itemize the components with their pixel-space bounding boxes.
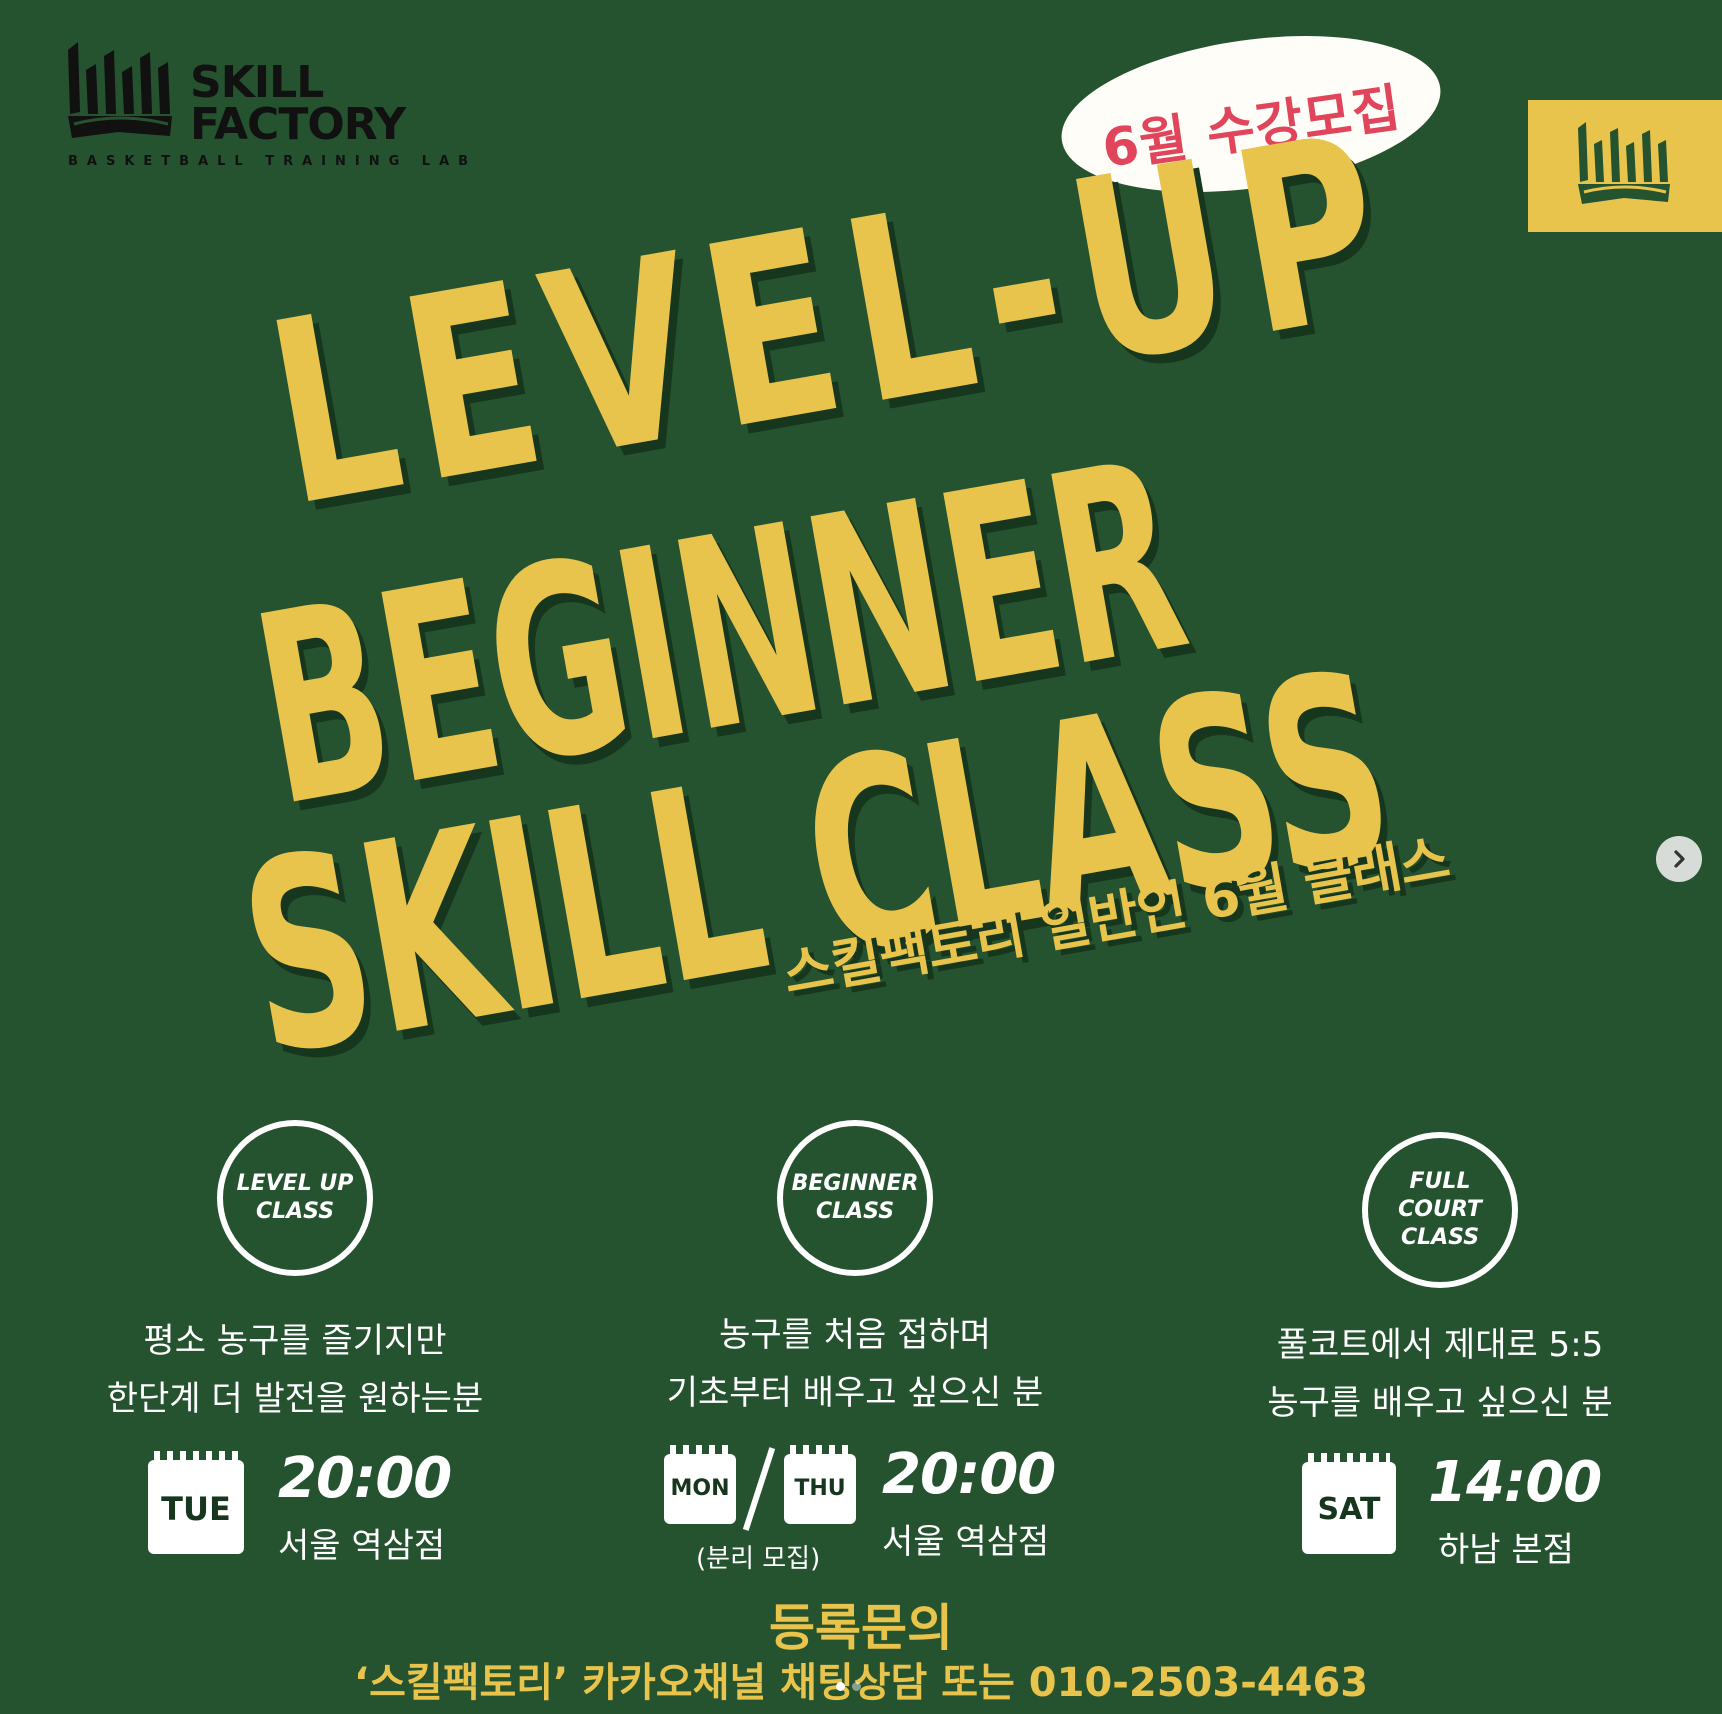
circle-label-line1: BEGINNER <box>791 1171 919 1196</box>
class-time: 14:00 <box>1428 1450 1602 1515</box>
description-line1: 풀코트에서 제대로 5:5 <box>1276 1325 1604 1365</box>
carousel-next-button[interactable] <box>1656 836 1702 882</box>
description-line1: 평소 농구를 즐기지만 <box>143 1321 447 1361</box>
corner-logo-badge <box>1528 100 1722 232</box>
description-line1: 농구를 처음 접하며 <box>719 1315 991 1355</box>
separate-enrollment-note: (분리 모집) <box>696 1544 821 1574</box>
circle-label-line2: CLASS <box>255 1199 335 1224</box>
circle-label-line1: FULL COURT <box>1398 1169 1482 1222</box>
carousel-dot[interactable] <box>852 1682 861 1691</box>
description-line2: 농구를 배우고 싶으신 분 <box>1267 1383 1613 1423</box>
class-time: 20:00 <box>882 1442 1056 1507</box>
class-card-full-court: FULL COURT CLASS 풀코트에서 제대로 5:5 농구를 배우고 싶… <box>1190 1132 1690 1432</box>
skill-factory-logo-icon <box>68 42 172 138</box>
class-location: 서울 역삼점 <box>882 1522 1050 1562</box>
calendar-icon: SAT <box>1302 1453 1396 1554</box>
day-separator <box>742 1447 776 1531</box>
calendar-icon: TUE <box>148 1451 244 1554</box>
calendar-thu-icon: THU <box>784 1445 856 1524</box>
class-description: 평소 농구를 즐기지만 한단계 더 발전을 원하는분 <box>45 1312 545 1428</box>
class-circle-full-court: FULL COURT CLASS <box>1362 1132 1518 1288</box>
class-description: 농구를 처음 접하며 기초부터 배우고 싶으신 분 <box>605 1306 1105 1422</box>
class-description: 풀코트에서 제대로 5:5 농구를 배우고 싶으신 분 <box>1190 1316 1690 1432</box>
calendar-day-label: MON <box>670 1476 730 1501</box>
skill-factory-mark-icon <box>1578 122 1670 204</box>
class-location: 하남 본점 <box>1438 1530 1574 1570</box>
circle-label-line1: LEVEL UP <box>236 1171 354 1196</box>
calendar-day-label: THU <box>794 1476 846 1501</box>
brand-line1: SKILL <box>190 57 324 108</box>
description-line2: 한단계 더 발전을 원하는분 <box>106 1379 484 1419</box>
description-line2: 기초부터 배우고 싶으신 분 <box>666 1373 1044 1413</box>
calendar-day-label: TUE <box>161 1490 231 1528</box>
class-card-beginner: BEGINNER CLASS 농구를 처음 접하며 기초부터 배우고 싶으신 분 <box>605 1120 1105 1422</box>
circle-label-line2: CLASS <box>1400 1225 1480 1250</box>
calendar-day-label: SAT <box>1317 1492 1381 1527</box>
calendar-mon-icon: MON <box>664 1445 736 1524</box>
brand-wordmark: SKILL FACTORY <box>190 57 406 150</box>
chevron-right-icon <box>1674 850 1685 868</box>
registration-contact: ‘스킬팩토리’ 카카오채널 채팅상담 또는 010-2503-4463 <box>353 1660 1369 1706</box>
brand-line2: FACTORY <box>190 99 406 150</box>
class-circle-beginner: BEGINNER CLASS <box>777 1120 933 1276</box>
class-time: 20:00 <box>278 1446 452 1511</box>
class-card-level-up: LEVEL UP CLASS 평소 농구를 즐기지만 한단계 더 발전을 원하는… <box>45 1120 545 1428</box>
brand-logo: SKILL FACTORY BASKETBALL TRAINING LAB <box>68 42 468 174</box>
class-location: 서울 역삼점 <box>278 1526 446 1566</box>
circle-label-line2: CLASS <box>815 1199 895 1224</box>
carousel-dot-active[interactable] <box>836 1682 845 1691</box>
class-circle-level-up: LEVEL UP CLASS <box>217 1120 373 1276</box>
